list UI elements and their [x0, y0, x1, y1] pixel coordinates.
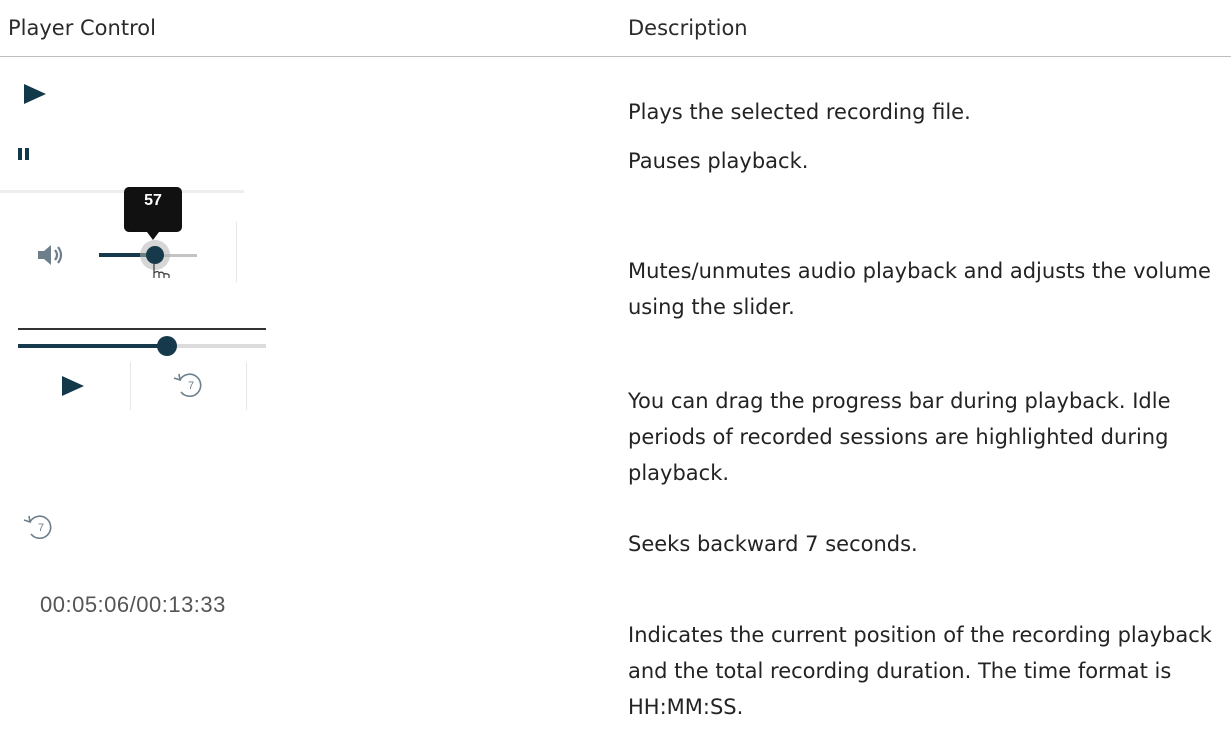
seek-seconds-label: 7: [38, 522, 44, 534]
description-pause: Pauses playback.: [628, 149, 809, 173]
progress-fill: [18, 344, 167, 348]
play-icon: [24, 84, 46, 104]
player-divider: [130, 362, 131, 410]
seek-back-7-icon[interactable]: 7: [170, 370, 210, 400]
progress-thumb[interactable]: [156, 336, 177, 356]
description-time: Indicates the current position of the re…: [628, 623, 1212, 719]
player-divider: [246, 362, 247, 410]
speaker-icon[interactable]: [36, 242, 66, 268]
seek-seconds-label: 7: [188, 380, 194, 392]
progress-top-line: [18, 328, 266, 330]
volume-panel-top-edge: [0, 190, 244, 193]
time-display: 00:05:06/00:13:33: [40, 592, 226, 617]
description-seek: Seeks backward 7 seconds.: [628, 532, 918, 556]
header-divider: [0, 56, 1231, 57]
seek-back-7-icon: 7: [23, 515, 52, 540]
play-icon[interactable]: [60, 374, 86, 398]
description-volume: Mutes/unmutes audio playback and adjusts…: [628, 259, 1211, 319]
hand-cursor-icon: [153, 263, 170, 278]
pause-icon: [18, 148, 29, 160]
volume-panel-divider: [236, 222, 237, 282]
column-header-description: Description: [628, 16, 748, 40]
column-header-player-control: Player Control: [8, 16, 156, 40]
description-progress: You can drag the progress bar during pla…: [628, 389, 1171, 485]
description-play: Plays the selected recording file.: [628, 100, 971, 124]
volume-tooltip: 57: [124, 187, 182, 240]
